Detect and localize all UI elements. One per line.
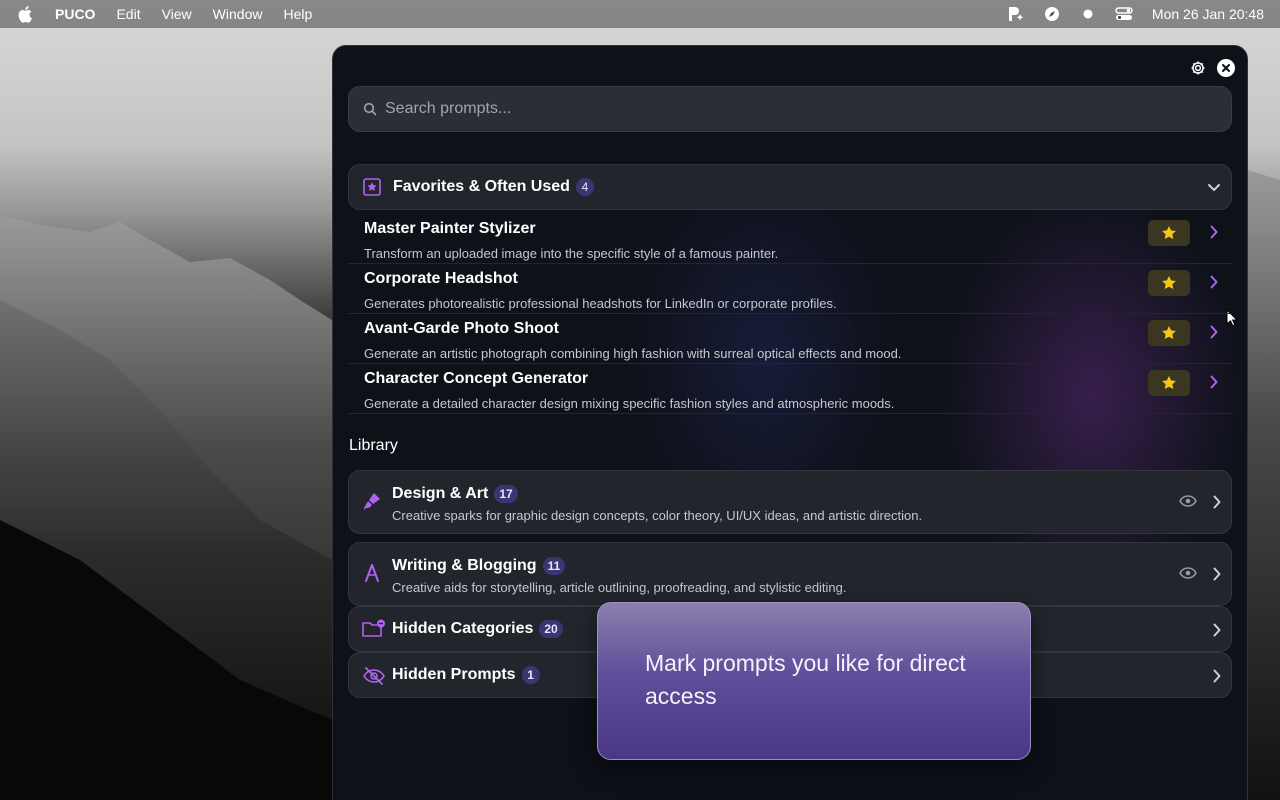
app-name-menu[interactable]: PUCO (55, 6, 95, 22)
favorites-count-badge: 4 (575, 178, 594, 196)
control-center-icon[interactable] (1106, 0, 1142, 28)
favorite-prompt-row[interactable]: Master Painter Stylizer Transform an upl… (348, 214, 1232, 264)
search-input[interactable] (385, 100, 1205, 118)
category-title-text: Writing & Blogging (392, 557, 537, 574)
favorite-toggle-button[interactable] (1148, 220, 1190, 246)
favorites-list: Master Painter Stylizer Transform an upl… (348, 214, 1232, 414)
chevron-right-icon[interactable] (1210, 275, 1218, 294)
onboarding-tooltip[interactable]: Mark prompts you like for direct access (597, 602, 1031, 760)
category-card-writing-blogging[interactable]: Writing & Blogging 11 Creative aids for … (348, 542, 1232, 606)
hidden-folder-icon (362, 619, 386, 644)
menu-window[interactable]: Window (213, 6, 263, 22)
chevron-right-icon[interactable] (1210, 325, 1218, 344)
chevron-right-icon[interactable] (1210, 225, 1218, 244)
prompt-description: Generate a detailed character design mix… (364, 396, 895, 411)
category-title: Design & Art 17 (392, 485, 518, 503)
window-controls (1189, 59, 1235, 77)
hidden-prompts-title-text: Hidden Prompts (392, 666, 516, 683)
favorite-toggle-button[interactable] (1148, 370, 1190, 396)
menu-help[interactable]: Help (283, 6, 312, 22)
prompt-description: Generate an artistic photograph combinin… (364, 346, 902, 361)
record-dot-icon[interactable] (1070, 0, 1106, 28)
favorites-section-header[interactable]: Favorites & Often Used 4 (348, 164, 1239, 327)
prompt-title: Character Concept Generator (364, 370, 589, 387)
category-title: Writing & Blogging 11 (392, 557, 566, 575)
favorites-title: Favorites & Often Used (393, 178, 570, 195)
close-window-button[interactable] (1217, 59, 1235, 77)
star-icon (1162, 276, 1176, 289)
apple-menu-icon[interactable] (18, 5, 36, 23)
favorite-toggle-button[interactable] (1148, 270, 1190, 296)
category-count-badge: 11 (542, 557, 566, 575)
chevron-right-icon[interactable] (1213, 669, 1221, 688)
star-icon (1162, 376, 1176, 389)
eye-slash-icon (362, 666, 386, 691)
menu-bar: PUCO Edit View Window Help Mon 26 Jan 20… (0, 0, 1280, 28)
puco-status-icon[interactable] (998, 0, 1034, 28)
search-bar[interactable] (348, 86, 1232, 132)
prompt-description: Transform an uploaded image into the spe… (364, 246, 779, 261)
pen-nib-icon (362, 563, 382, 590)
chevron-down-icon[interactable] (1207, 180, 1221, 198)
chevron-right-icon[interactable] (1210, 375, 1218, 394)
category-description: Creative sparks for graphic design conce… (392, 508, 923, 523)
menu-edit[interactable]: Edit (116, 6, 140, 22)
category-title-text: Design & Art (392, 485, 489, 502)
chevron-right-icon[interactable] (1213, 623, 1221, 642)
compass-icon[interactable] (1034, 0, 1070, 28)
chevron-right-icon[interactable] (1213, 495, 1221, 514)
close-icon (1222, 64, 1230, 72)
favorite-toggle-button[interactable] (1148, 320, 1190, 346)
search-icon (363, 102, 377, 116)
tooltip-text: Mark prompts you like for direct access (645, 650, 966, 709)
chevron-right-icon[interactable] (1213, 567, 1221, 586)
paintbrush-icon (362, 491, 382, 518)
hidden-categories-title: Hidden Categories 20 (392, 620, 563, 638)
category-card-design-art[interactable]: Design & Art 17 Creative sparks for grap… (348, 470, 1232, 534)
star-icon (1162, 226, 1176, 239)
category-count-badge: 17 (494, 485, 518, 503)
prompt-title: Master Painter Stylizer (364, 220, 536, 237)
hidden-prompts-title: Hidden Prompts 1 (392, 666, 540, 684)
menu-view[interactable]: View (162, 6, 192, 22)
favorite-prompt-row[interactable]: Corporate Headshot Generates photorealis… (348, 264, 1232, 314)
eye-icon[interactable] (1179, 494, 1197, 513)
menubar-clock[interactable]: Mon 26 Jan 20:48 (1152, 6, 1264, 22)
hidden-categories-count-badge: 20 (539, 620, 563, 638)
prompt-title: Avant-Garde Photo Shoot (364, 320, 559, 337)
hidden-prompts-count-badge: 1 (521, 666, 540, 684)
settings-gear-icon[interactable] (1189, 59, 1207, 77)
hidden-categories-title-text: Hidden Categories (392, 620, 534, 637)
prompt-title: Corporate Headshot (364, 270, 518, 287)
favorite-prompt-row[interactable]: Character Concept Generator Generate a d… (348, 364, 1232, 414)
prompt-description: Generates photorealistic professional he… (364, 296, 837, 311)
star-icon (1162, 326, 1176, 339)
eye-icon[interactable] (1179, 566, 1197, 585)
library-heading: Library (349, 437, 398, 454)
favorite-prompt-row[interactable]: Avant-Garde Photo Shoot Generate an arti… (348, 314, 1232, 364)
favorites-star-icon (363, 178, 381, 196)
category-description: Creative aids for storytelling, article … (392, 580, 847, 595)
